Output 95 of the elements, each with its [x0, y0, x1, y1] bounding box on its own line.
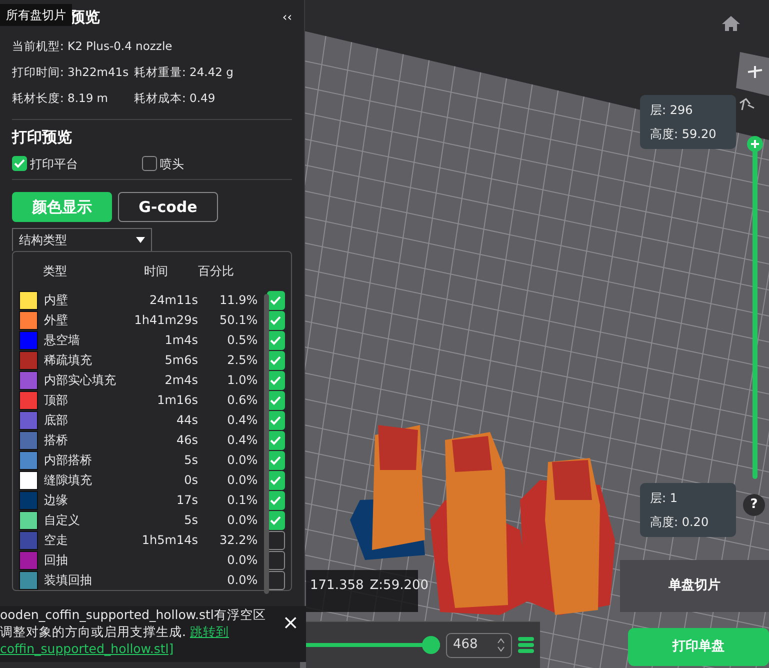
collapse-button[interactable]: ‹‹: [282, 8, 292, 26]
column-header: 百分比: [197, 263, 235, 280]
layer-text: 层: 1: [650, 490, 678, 507]
check-icon: [270, 436, 282, 445]
step-input[interactable]: 468: [446, 632, 512, 658]
layers-icon[interactable]: [518, 637, 534, 653]
feature-name: 缝隙填充: [44, 472, 93, 490]
feature-percent: 2.5%: [226, 352, 258, 370]
feature-time: 46s: [175, 432, 198, 450]
feature-name: 内部实心填充: [44, 372, 117, 390]
feature-time: 1m4s: [164, 332, 198, 350]
layer-slider[interactable]: [747, 136, 763, 479]
check-icon: [270, 376, 282, 385]
check-icon: [270, 516, 282, 525]
feature-percent: 0.0%: [226, 452, 258, 470]
info-text: 当前机型: K2 Plus-0.4 nozzle: [12, 38, 172, 54]
jump-link[interactable]: 跳转到: [190, 624, 229, 639]
feature-time: 5s: [183, 452, 198, 470]
feature-time: 1h5m14s: [140, 532, 198, 550]
coordinate-text: 171.358: [310, 577, 364, 595]
object-link[interactable]: coffin_supported_hollow.stl]: [0, 641, 174, 656]
height-text: 高度: 59.20: [650, 126, 718, 143]
feature-time: 1m16s: [156, 392, 198, 410]
slice-plate-button[interactable]: 单盘切片: [620, 560, 769, 612]
feature-name: 内壁: [44, 292, 69, 310]
feature-percent: 32.2%: [218, 532, 258, 550]
home-icon[interactable]: [722, 16, 740, 31]
feature-time: 44s: [175, 412, 198, 430]
notification-text: ooden_coffin_supported_hollow.stl有浮空区: [0, 606, 267, 623]
layer-text: 层: 296: [650, 102, 694, 119]
close-button[interactable]: ×: [281, 606, 300, 638]
spinner-arrows-icon[interactable]: [497, 637, 505, 653]
feature-name: 稀疏填充: [44, 352, 93, 370]
feature-percent: 0.0%: [226, 572, 258, 590]
feature-percent: 0.0%: [226, 512, 258, 530]
feature-time: 5m6s: [164, 352, 198, 370]
checkbox-label: 喷头: [160, 156, 184, 173]
column-header: 类型: [42, 263, 68, 280]
feature-percent: 0.0%: [226, 552, 258, 570]
check-icon: [270, 396, 282, 405]
feature-name: 顶部: [44, 392, 69, 410]
info-text: 耗材成本: 0.49: [134, 90, 216, 107]
check-icon: [270, 296, 282, 305]
axis-icon[interactable]: [739, 98, 755, 111]
feature-percent: 0.5%: [226, 332, 258, 350]
check-icon: [270, 336, 282, 345]
feature-percent: 0.4%: [226, 412, 258, 430]
info-text: 打印时间: 3h22m41s: [12, 64, 130, 81]
feature-percent: 1.0%: [226, 372, 258, 390]
feature-time: 24m11s: [148, 292, 198, 310]
scrollbar[interactable]: [264, 294, 269, 594]
column-header: 时间: [143, 263, 169, 280]
check-icon: [270, 496, 282, 505]
check-icon: [14, 159, 25, 168]
feature-percent: 50.1%: [218, 312, 258, 330]
feature-time: 5s: [183, 512, 198, 530]
feature-name: 内部搭桥: [44, 452, 93, 470]
feature-name: 回抽: [44, 552, 69, 570]
tooltip: 所有盘切片: [0, 4, 72, 26]
feature-percent: 0.6%: [226, 392, 258, 410]
coordinate-text: Z:59.200: [370, 577, 429, 595]
feature-name: 自定义: [44, 512, 81, 530]
info-text: 耗材重量: 24.42 g: [134, 64, 234, 81]
checkbox[interactable]: [142, 156, 157, 172]
type-dropdown[interactable]: 结构类型: [12, 228, 152, 252]
section-title: 打印预览: [12, 127, 73, 148]
feature-name: 悬空墙: [44, 332, 81, 350]
feature-time: 17s: [175, 492, 198, 510]
check-icon: [270, 476, 282, 485]
feature-name: 搭桥: [44, 432, 69, 450]
caret-icon: [136, 237, 145, 244]
feature-name: 空走: [44, 532, 69, 550]
checkbox[interactable]: [12, 156, 27, 172]
feature-percent: 11.9%: [218, 292, 258, 310]
height-text: 高度: 0.20: [650, 514, 710, 531]
check-icon: [270, 456, 282, 465]
mode-tab[interactable]: G-code: [118, 192, 218, 222]
feature-time: 2m4s: [164, 372, 198, 390]
feature-time: 0s: [183, 472, 198, 490]
feature-name: 外壁: [44, 312, 69, 330]
feature-percent: 0.1%: [226, 492, 258, 510]
feature-percent: 0.0%: [226, 472, 258, 490]
feature-name: 装填回抽: [44, 572, 93, 590]
check-icon: [270, 356, 282, 365]
notification-text: 调整对象的方向或启用支撑生成. 跳转到: [0, 623, 230, 640]
check-icon: [270, 316, 282, 325]
view-cube-icon[interactable]: [736, 52, 769, 96]
feature-name: 底部: [44, 412, 69, 430]
step-slider[interactable]: [306, 636, 440, 654]
checkbox-label: 打印平台: [30, 156, 78, 173]
info-text: 耗材长度: 8.19 m: [12, 90, 109, 107]
feature-percent: 0.4%: [226, 432, 258, 450]
feature-name: 边缘: [44, 492, 69, 510]
check-icon: [270, 416, 282, 425]
feature-time: 1h41m29s: [133, 312, 198, 330]
